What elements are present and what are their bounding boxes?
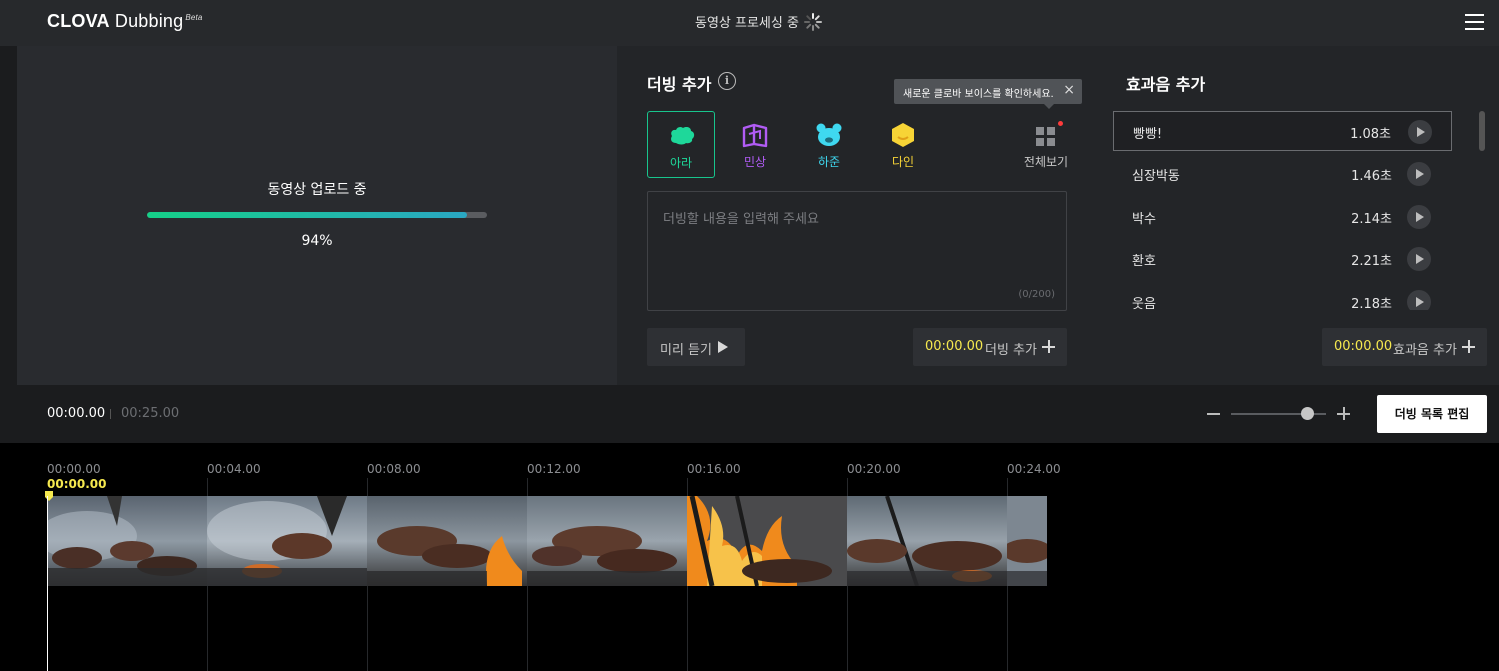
- video-thumbnail: [47, 496, 207, 586]
- plus-icon: [1042, 340, 1055, 353]
- preview-label: 미리 듣기: [660, 343, 712, 358]
- new-badge-dot: [1058, 121, 1063, 126]
- add-dubbing-time: 00:00.00: [925, 339, 984, 354]
- sfx-name: 웃음: [1132, 297, 1156, 310]
- tick-label: 00:16.00: [687, 462, 741, 476]
- sfx-name: 빵빵!: [1133, 127, 1163, 142]
- sfx-play-icon[interactable]: [1407, 247, 1431, 271]
- add-sfx-time: 00:00.00: [1334, 339, 1393, 354]
- sfx-item-bbangbbang[interactable]: 빵빵! 1.08초: [1113, 111, 1452, 151]
- voice-dain[interactable]: 다인: [869, 111, 937, 178]
- char-count: (0/200): [1018, 289, 1055, 300]
- voice-ara[interactable]: 아라: [647, 111, 715, 178]
- dubbing-text-input[interactable]: [648, 192, 1066, 310]
- voice-label: 하준: [817, 155, 841, 169]
- sfx-play-icon[interactable]: [1408, 120, 1432, 144]
- sfx-play-icon[interactable]: [1407, 290, 1431, 310]
- logo-beta: Beta: [185, 13, 203, 22]
- sfx-duration: 2.21초: [1351, 254, 1392, 269]
- logo-dubbing: Dubbing: [114, 11, 184, 31]
- sfx-duration: 2.14초: [1351, 212, 1392, 227]
- sfx-item-applause[interactable]: 박수 2.14초: [1113, 197, 1452, 237]
- tick-label: 00:00.00: [47, 462, 101, 476]
- sfx-section-title: 효과음 추가: [1126, 75, 1206, 94]
- sfx-item-cheer[interactable]: 환호 2.21초: [1113, 239, 1452, 279]
- add-dubbing-button[interactable]: 00:00.00 더빙 추가: [913, 328, 1067, 366]
- add-sfx-button[interactable]: 00:00.00 효과음 추가: [1322, 328, 1487, 366]
- video-thumbnail: [367, 496, 527, 586]
- cloud-icon: [671, 126, 695, 145]
- sfx-scrollbar[interactable]: [1479, 111, 1485, 151]
- play-icon: [718, 341, 728, 353]
- tick-label: 00:12.00: [527, 462, 581, 476]
- tick-label: 00:20.00: [847, 462, 901, 476]
- info-icon[interactable]: i: [718, 72, 736, 90]
- playhead-line[interactable]: [47, 496, 48, 671]
- add-sfx-label: 효과음 추가: [1393, 343, 1457, 358]
- logo-clova: CLOVA: [47, 11, 110, 31]
- video-thumbnail: [687, 496, 847, 586]
- upload-progress-fill: [147, 212, 467, 218]
- upload-progress-bar: [147, 212, 487, 218]
- bear-icon: [816, 123, 842, 146]
- dubbing-text-box: (0/200): [647, 191, 1067, 311]
- processing-status: 동영상 프로세싱 중: [695, 16, 799, 31]
- tooltip-text: 새로운 클로바 보이스를 확인하세요.: [903, 89, 1054, 100]
- all-voices-label: 전체보기: [1023, 155, 1069, 169]
- dubbing-section-title: 더빙 추가: [647, 75, 712, 94]
- all-voices-button[interactable]: 전체보기: [1020, 118, 1072, 173]
- sfx-duration: 1.08초: [1350, 127, 1391, 142]
- video-thumbnail: [847, 496, 1007, 586]
- tick-label: 00:04.00: [207, 462, 261, 476]
- video-thumbnail: [207, 496, 367, 586]
- sfx-duration: 1.46초: [1351, 169, 1392, 184]
- sfx-list: 빵빵! 1.08초 심장박동 1.46초 박수 2.14초 환호 2.21초 웃…: [1113, 111, 1453, 310]
- edit-dubbing-list-button[interactable]: 더빙 목록 편집: [1377, 395, 1487, 433]
- tick-label: 00:24.00: [1007, 462, 1061, 476]
- left-edge-bar: [0, 46, 17, 385]
- sfx-item-laugh[interactable]: 웃음 2.18초: [1113, 282, 1452, 310]
- app-logo[interactable]: CLOVA Dubbing Beta: [47, 11, 203, 32]
- zoom-out-icon[interactable]: [1207, 413, 1220, 415]
- voice-label: 다인: [891, 155, 915, 169]
- voice-hajun[interactable]: 하준: [795, 111, 863, 178]
- playhead-time: 00:00.00: [47, 477, 107, 491]
- plus-icon: [1462, 340, 1475, 353]
- book-icon: [742, 123, 768, 148]
- sfx-play-icon[interactable]: [1407, 162, 1431, 186]
- tooltip-close-icon[interactable]: ×: [1063, 83, 1075, 97]
- new-voice-tooltip: 새로운 클로바 보이스를 확인하세요. ×: [894, 79, 1082, 109]
- sfx-duration: 2.18초: [1351, 297, 1392, 310]
- upload-title: 동영상 업로드 중: [267, 182, 367, 198]
- video-thumbnail-strip[interactable]: [47, 496, 1047, 586]
- tick-label: 00:08.00: [367, 462, 421, 476]
- sfx-play-icon[interactable]: [1407, 205, 1431, 229]
- video-upload-panel: 동영상 업로드 중 94%: [17, 46, 617, 385]
- preview-button[interactable]: 미리 듣기: [647, 328, 745, 366]
- voice-label: 아라: [669, 156, 693, 170]
- video-thumbnail: [1007, 496, 1047, 586]
- video-thumbnail: [527, 496, 687, 586]
- loading-spinner-icon: [804, 13, 822, 31]
- sfx-item-heartbeat[interactable]: 심장박동 1.46초: [1113, 154, 1452, 194]
- hexagon-icon: [892, 123, 914, 147]
- app-root: CLOVA DubbingBeta 동영상 프로세싱 중 동영상 업로드 중: [0, 0, 1499, 671]
- time-divider: [110, 409, 111, 419]
- sfx-name: 박수: [1132, 212, 1156, 227]
- hamburger-menu-icon[interactable]: [1465, 14, 1484, 30]
- grid-icon: [1036, 127, 1056, 147]
- total-time: 00:25.00: [121, 406, 180, 421]
- zoom-slider-thumb[interactable]: [1301, 407, 1314, 420]
- sfx-name: 심장박동: [1132, 169, 1180, 184]
- add-dubbing-label: 더빙 추가: [985, 343, 1037, 358]
- sfx-name: 환호: [1132, 254, 1156, 269]
- zoom-in-icon[interactable]: [1337, 407, 1350, 420]
- current-time: 00:00.00: [47, 406, 106, 421]
- upload-percent: 94%: [301, 233, 333, 249]
- app-header: CLOVA Dubbing Beta 동영상 프로세싱 중: [0, 0, 1499, 46]
- voice-label: 민상: [743, 155, 767, 169]
- voice-minsang[interactable]: 민상: [721, 111, 789, 178]
